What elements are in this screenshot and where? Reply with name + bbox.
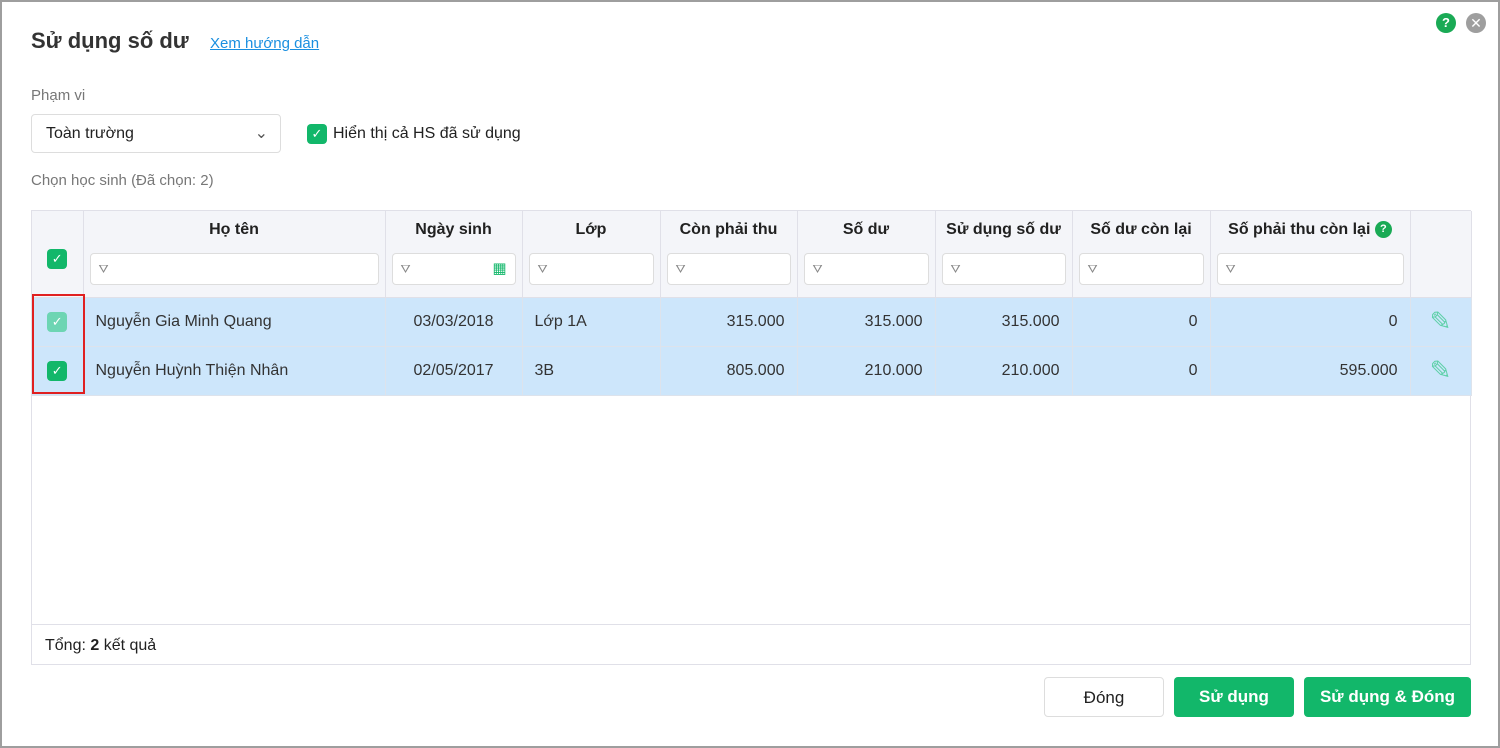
- help-icon[interactable]: ?: [1374, 221, 1392, 239]
- students-table: ✓ Họ tên ⛛ Ngày sinh ⛛ ▦ Lớp ⛛ Còn phải thu ⛛…: [31, 210, 1472, 665]
- table-row[interactable]: ✓ Nguyễn Gia Minh Quang 03/03/2018 Lớp 1…: [32, 297, 1472, 347]
- header-balance-left: Số dư còn lại: [1090, 221, 1192, 238]
- cell-due: 315.000: [660, 297, 798, 347]
- table-row[interactable]: ✓ Nguyễn Huỳnh Thiện Nhân 02/05/2017 3B …: [32, 346, 1472, 396]
- cell-use[interactable]: 315.000: [935, 297, 1073, 347]
- cell-use[interactable]: 210.000: [935, 346, 1073, 396]
- edit-icon[interactable]: ✎: [1430, 306, 1452, 336]
- show-used-label: Hiển thị cả HS đã sử dụng: [333, 125, 521, 142]
- scope-label: Phạm vi: [31, 87, 86, 104]
- cell-due-left: 0: [1210, 297, 1411, 347]
- cell-class: Lớp 1A: [522, 297, 661, 347]
- scope-value: Toàn trường: [46, 125, 134, 142]
- cell-balance-left: 0: [1072, 297, 1211, 347]
- cell-due-left: 595.000: [1210, 346, 1411, 396]
- header-due-left: Số phải thu còn lại: [1228, 221, 1371, 238]
- cell-balance: 210.000: [797, 346, 936, 396]
- header-balance: Số dư: [842, 221, 890, 238]
- calendar-icon[interactable]: ▦: [492, 254, 506, 284]
- edit-icon[interactable]: ✎: [1430, 355, 1452, 385]
- header-use: Sử dụng số dư: [946, 221, 1061, 238]
- cell-balance-left: 0: [1072, 346, 1211, 396]
- cell-dob: 02/05/2017: [385, 346, 523, 396]
- cell-class: 3B: [522, 346, 661, 396]
- help-icon[interactable]: ?: [1436, 13, 1456, 33]
- header-class: Lớp: [575, 221, 607, 238]
- total-prefix: Tổng:: [45, 637, 91, 654]
- scope-select[interactable]: Toàn trường ⌄: [31, 114, 281, 153]
- filter-balance-left[interactable]: ⛛: [1078, 253, 1204, 285]
- use-and-close-button[interactable]: Sử dụng & Đóng: [1304, 677, 1471, 717]
- cell-name: Nguyễn Gia Minh Quang: [83, 297, 386, 347]
- filter-use[interactable]: ⛛: [941, 253, 1066, 285]
- total-count: 2: [90, 637, 100, 654]
- checkbox-checked-icon: ✓: [307, 124, 327, 144]
- use-button[interactable]: Sử dụng: [1174, 677, 1294, 717]
- highlight-box: [32, 294, 85, 394]
- table-footer: Tổng: 2 kết quả: [32, 624, 1470, 664]
- show-used-checkbox[interactable]: ✓ Hiển thị cả HS đã sử dụng: [307, 124, 521, 144]
- filter-due[interactable]: ⛛: [666, 253, 791, 285]
- cell-dob: 03/03/2018: [385, 297, 523, 347]
- filter-name[interactable]: ⛛: [89, 253, 379, 285]
- header-due: Còn phải thu: [679, 221, 778, 238]
- cell-name: Nguyễn Huỳnh Thiện Nhân: [83, 346, 386, 396]
- dialog-title: Sử dụng số dư: [31, 28, 189, 53]
- header-dob: Ngày sinh: [415, 221, 492, 238]
- filter-dob[interactable]: ⛛ ▦: [391, 253, 516, 285]
- guide-link[interactable]: Xem hướng dẫn: [210, 35, 319, 52]
- header-name: Họ tên: [209, 221, 259, 238]
- filter-balance[interactable]: ⛛: [803, 253, 929, 285]
- chevron-down-icon: ⌄: [254, 125, 268, 142]
- close-button[interactable]: Đóng: [1044, 677, 1164, 717]
- header-row: ✓ Họ tên ⛛ Ngày sinh ⛛ ▦ Lớp ⛛ Còn phải thu ⛛…: [32, 211, 1472, 298]
- total-suffix: kết quả: [99, 637, 157, 654]
- select-students-label: Chọn học sinh (Đã chọn: 2): [31, 172, 214, 189]
- filter-class[interactable]: ⛛: [528, 253, 654, 285]
- close-icon[interactable]: ✕: [1466, 13, 1486, 33]
- select-all-checkbox[interactable]: ✓: [47, 248, 68, 269]
- cell-due: 805.000: [660, 346, 798, 396]
- cell-balance: 315.000: [797, 297, 936, 347]
- filter-due-left[interactable]: ⛛: [1216, 253, 1404, 285]
